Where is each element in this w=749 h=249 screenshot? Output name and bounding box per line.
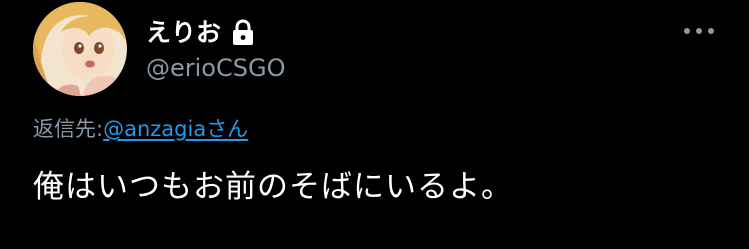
more-dots-icon[interactable] bbox=[682, 22, 716, 40]
reply-prefix: 返信先: bbox=[33, 117, 104, 141]
avatar[interactable] bbox=[33, 2, 127, 96]
reply-mention-link[interactable]: @anzagiaさん bbox=[103, 112, 248, 146]
lock-icon bbox=[231, 19, 255, 47]
user-handle[interactable]: @erioCSGO bbox=[146, 52, 285, 84]
tweet-text: 俺はいつもお前のそばにいるよ。 bbox=[33, 169, 513, 205]
reply-suffix: さん bbox=[206, 117, 249, 141]
display-name[interactable]: えりお bbox=[146, 15, 221, 51]
reply-mention: @anzagia bbox=[103, 117, 207, 141]
avatar-illustration bbox=[33, 2, 127, 96]
author-name-row: えりお bbox=[146, 15, 255, 51]
tweet: えりお @erioCSGO 返信先: @anzagiaさん 俺はいつもお前のそば… bbox=[0, 0, 749, 249]
reply-context: 返信先: @anzagiaさん bbox=[33, 112, 248, 146]
